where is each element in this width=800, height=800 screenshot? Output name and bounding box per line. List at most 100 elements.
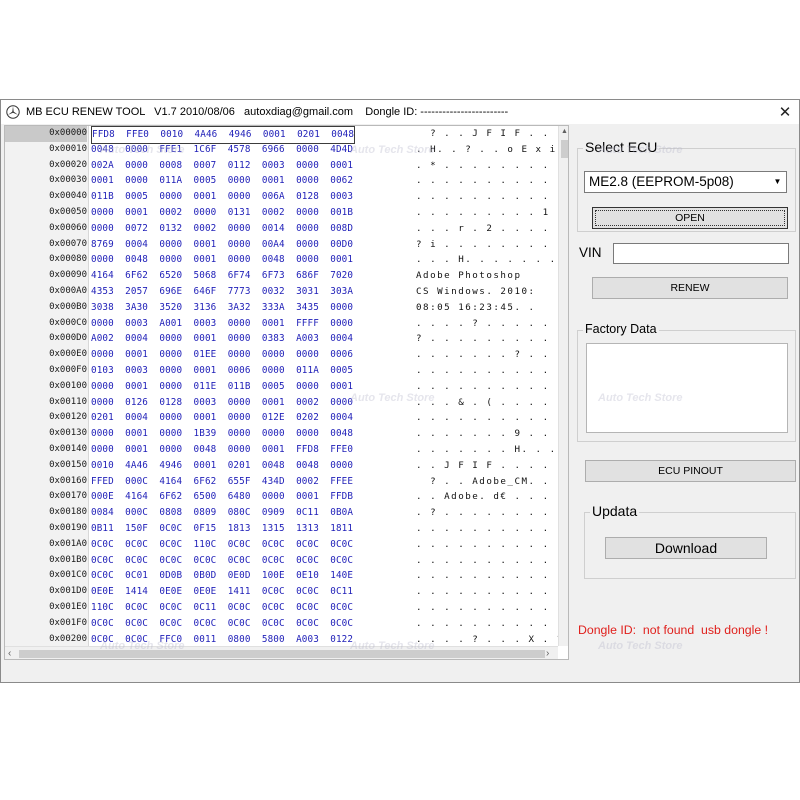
hex-row[interactable]: 0x00190 0B11 150F 0C0C 0F15 1813 1315 131… — [5, 521, 562, 537]
hex-row-ascii[interactable]: . . J F I F . . . . . H. H. . — [416, 458, 568, 474]
hex-row[interactable]: 0x001B0 0C0C 0C0C 0C0C 0C0C 0C0C 0C0C 0C0… — [5, 553, 562, 569]
hex-row-bytes[interactable]: 000E 4164 6F62 6500 6480 0000 0001 FFDB — [91, 489, 353, 505]
hex-row[interactable]: 0x00090 4164 6F62 6520 5068 6F74 6F73 686… — [5, 268, 555, 284]
hex-row[interactable]: 0x00060 0000 0072 0132 0002 0000 0014 000… — [5, 221, 562, 237]
hex-row[interactable]: 0x000C0 0000 0003 A001 0003 0000 0001 FFF… — [5, 316, 562, 332]
title-bar[interactable]: MB ECU RENEW TOOL V1.7 2010/08/06 autoxd… — [1, 100, 799, 124]
hex-row-ascii[interactable]: . . . . . . . . . . . . . . . . — [416, 600, 568, 616]
hex-row-ascii[interactable]: . . . . . . . . . . . . . . . . — [416, 616, 568, 632]
hex-row-bytes[interactable]: 0000 0126 0128 0003 0000 0001 0002 0000 — [91, 395, 353, 411]
vin-input[interactable] — [613, 243, 789, 264]
hex-row-ascii[interactable]: . . . . . . . . . . . . . . . . — [416, 568, 568, 584]
hex-row-bytes[interactable]: 4164 6F62 6520 5068 6F74 6F73 686F 7020 — [91, 268, 353, 284]
hex-row[interactable]: 0x00150 0010 4A46 4946 0001 0201 0048 004… — [5, 458, 562, 474]
hex-row[interactable]: 0x00140 0000 0001 0000 0048 0000 0001 FFD… — [5, 442, 568, 458]
hex-row-ascii[interactable]: . . . H. . . . . . . H. . . . . — [416, 252, 568, 268]
scroll-left-icon[interactable]: ‹ — [8, 648, 11, 659]
hex-row-bytes[interactable]: 0201 0004 0000 0001 0000 012E 0202 0004 — [91, 410, 353, 426]
hex-row[interactable]: 0x001F0 0C0C 0C0C 0C0C 0C0C 0C0C 0C0C 0C0… — [5, 616, 562, 632]
ecu-select[interactable]: ME2.8 (EEPROM-5p08) ▼ — [584, 171, 787, 193]
hex-row[interactable]: 0x00020 002A 0000 0008 0007 0112 0003 000… — [5, 158, 562, 174]
factory-data-textarea[interactable] — [586, 343, 788, 433]
hex-row-ascii[interactable]: 08:05 16:23:45. . — [416, 300, 536, 316]
hex-row[interactable]: 0x000E0 0000 0001 0000 01EE 0000 0000 000… — [5, 347, 562, 363]
hex-row-bytes[interactable]: 0000 0048 0000 0001 0000 0048 0000 0001 — [91, 252, 353, 268]
vertical-scroll-thumb[interactable] — [561, 140, 568, 158]
hex-row-bytes[interactable]: FFED 000C 4164 6F62 655F 434D 0002 FFEE — [91, 474, 353, 490]
hex-row-bytes[interactable]: 0C0C 0C0C 0C0C 110C 0C0C 0C0C 0C0C 0C0C — [91, 537, 353, 553]
hex-row-bytes[interactable]: 0001 0000 011A 0005 0000 0001 0000 0062 — [91, 173, 353, 189]
ecu-pinout-button[interactable]: ECU PINOUT — [585, 460, 796, 482]
hex-row-bytes[interactable]: 002A 0000 0008 0007 0112 0003 0000 0001 — [91, 158, 353, 174]
hex-editor[interactable]: 0x00000 FFD8 FFE0 0010 4A46 4946 0001 020… — [4, 125, 569, 660]
hex-row-ascii[interactable]: . * . . . . . . . . . . . . . . — [416, 158, 568, 174]
download-button[interactable]: Download — [605, 537, 767, 559]
hex-row[interactable]: 0x00080 0000 0048 0000 0001 0000 0048 000… — [5, 252, 568, 268]
hex-row[interactable]: 0x00160 FFED 000C 4164 6F62 655F 434D 000… — [5, 474, 562, 490]
hex-row-bytes[interactable]: 0000 0001 0000 011E 011B 0005 0000 0001 — [91, 379, 353, 395]
open-button[interactable]: OPEN — [592, 207, 788, 229]
renew-button[interactable]: RENEW — [592, 277, 788, 299]
hex-row-bytes[interactable]: 4353 2057 696E 646F 7773 0032 3031 303A — [91, 284, 353, 300]
hex-row-ascii[interactable]: . . . r . 2 . . . . . . . . . ? — [416, 221, 568, 237]
hex-row-ascii[interactable]: CS Windows. 2010: — [416, 284, 536, 300]
hex-row[interactable]: 0x001C0 0C0C 0C01 0D0B 0B0D 0E0D 100E 0E1… — [5, 568, 562, 584]
hex-row-ascii[interactable]: . H. . ? . . o E x i f . . MM — [416, 142, 568, 158]
hex-row-bytes[interactable]: 0C0C 0C0C 0C0C 0C0C 0C0C 0C0C 0C0C 0C0C — [91, 553, 353, 569]
chevron-down-icon[interactable]: ▼ — [769, 172, 786, 192]
hex-row[interactable]: 0x00070 8769 0004 0000 0001 0000 00A4 000… — [5, 237, 562, 253]
hex-row[interactable]: 0x00180 0084 000C 0808 0809 080C 0909 0C1… — [5, 505, 562, 521]
hex-row-bytes[interactable]: 0000 0001 0002 0000 0131 0002 0000 001B — [91, 205, 353, 221]
hex-row-ascii[interactable]: ? . . Adobe_CM. . . ? — [416, 474, 568, 490]
hex-row-ascii[interactable]: . . . . . . . . . . . . . . . . — [416, 584, 568, 600]
hex-row[interactable]: 0x00120 0201 0004 0000 0001 0000 012E 020… — [5, 410, 562, 426]
hex-row-bytes[interactable]: 0000 0001 0000 01EE 0000 0000 0000 0006 — [91, 347, 353, 363]
hex-row[interactable]: 0x000F0 0103 0003 0000 0001 0006 0000 011… — [5, 363, 562, 379]
hex-row[interactable]: 0x00040 011B 0005 0000 0001 0000 006A 012… — [5, 189, 562, 205]
hex-row-ascii[interactable]: Adobe Photoshop — [416, 268, 521, 284]
hex-row[interactable]: 0x00030 0001 0000 011A 0005 0000 0001 000… — [5, 173, 562, 189]
hex-row-ascii[interactable]: . . . . . . . . . . . . . . . . — [416, 537, 568, 553]
hex-row-ascii[interactable]: . . . . . . . . . . . . . . . b — [416, 173, 568, 189]
hex-row[interactable]: 0x00010 0048 0000 FFE1 1C6F 4578 6966 000… — [5, 142, 568, 158]
hex-row[interactable]: 0x000A0 4353 2057 696E 646F 7773 0032 303… — [5, 284, 555, 300]
hex-row-bytes[interactable]: A002 0004 0000 0001 0000 0383 A003 0004 — [91, 331, 353, 347]
hex-row-ascii[interactable]: . . . . . . . . . . . . . . . . — [416, 521, 568, 537]
hex-row-ascii[interactable]: . . . . . . . . . . . . . . . . — [416, 553, 568, 569]
hex-row-bytes[interactable]: 3038 3A30 3520 3136 3A32 333A 3435 0000 — [91, 300, 353, 316]
hex-row-ascii[interactable]: . . . . . . . . . 1 . . . . . . — [416, 205, 568, 221]
hex-row[interactable]: 0x00050 0000 0001 0002 0000 0131 0002 000… — [5, 205, 562, 221]
hex-row[interactable]: 0x001D0 0E0E 1414 0E0E 0E0E 1411 0C0C 0C0… — [5, 584, 562, 600]
hex-row-bytes[interactable]: 0010 4A46 4946 0001 0201 0048 0048 0000 — [91, 458, 353, 474]
horizontal-scrollbar[interactable]: ‹ › — [5, 646, 558, 659]
scroll-up-icon[interactable]: ▲ — [561, 128, 568, 135]
hex-row-ascii[interactable]: . . . . ? . . . . . . . . . . . — [416, 316, 568, 332]
hex-row[interactable]: 0x000D0 A002 0004 0000 0001 0000 0383 A00… — [5, 331, 562, 347]
hex-row[interactable]: 0x00110 0000 0126 0128 0003 0000 0001 000… — [5, 395, 562, 411]
hex-row[interactable]: 0x001E0 110C 0C0C 0C0C 0C11 0C0C 0C0C 0C0… — [5, 600, 562, 616]
hex-row-bytes[interactable]: 0E0E 1414 0E0E 0E0E 1411 0C0C 0C0C 0C11 — [91, 584, 353, 600]
hex-row-ascii[interactable]: . ? . . . . . . . . . . . . . . — [416, 505, 568, 521]
hex-row[interactable]: 0x00100 0000 0001 0000 011E 011B 0005 000… — [5, 379, 562, 395]
hex-row-bytes[interactable]: 0103 0003 0000 0001 0006 0000 011A 0005 — [91, 363, 353, 379]
hex-row-bytes[interactable]: 0000 0001 0000 0048 0000 0001 FFD8 FFE0 — [91, 442, 353, 458]
horizontal-scroll-thumb[interactable] — [19, 650, 545, 658]
hex-row-ascii[interactable]: . . . . . . . . . . . . . . . . — [416, 363, 568, 379]
hex-row-bytes[interactable]: 0C0C 0C0C 0C0C 0C0C 0C0C 0C0C 0C0C 0C0C — [91, 616, 353, 632]
hex-row[interactable]: 0x00130 0000 0001 0000 1B39 0000 0000 000… — [5, 426, 562, 442]
hex-row-bytes[interactable]: 0048 0000 FFE1 1C6F 4578 6966 0000 4D4D — [91, 142, 353, 158]
hex-row-ascii[interactable]: . . . . . . . . . . . . . . . . — [416, 379, 568, 395]
hex-row-ascii[interactable]: . . . . . . . ? . . . . . . . . — [416, 347, 568, 363]
hex-row-ascii[interactable]: . . . . . . . 9 . . . . . . . H — [416, 426, 568, 442]
hex-row-bytes[interactable]: 0000 0001 0000 1B39 0000 0000 0000 0048 — [91, 426, 353, 442]
hex-row-bytes[interactable]: 0C0C 0C01 0D0B 0B0D 0E0D 100E 0E10 140E — [91, 568, 353, 584]
hex-row-bytes[interactable]: 011B 0005 0000 0001 0000 006A 0128 0003 — [91, 189, 353, 205]
hex-row-bytes[interactable]: 0000 0072 0132 0002 0000 0014 0000 008D — [91, 221, 353, 237]
hex-row-ascii[interactable]: ? . . . . . . . . . . . ?? . . . — [416, 331, 568, 347]
hex-row-ascii[interactable]: ? i . . . . . . . . . ? . . . ? — [416, 237, 568, 253]
hex-row[interactable]: 0x001A0 0C0C 0C0C 0C0C 110C 0C0C 0C0C 0C0… — [5, 537, 562, 553]
hex-row-ascii[interactable]: . . . . . . . H. . . . . ? . ? — [416, 442, 568, 458]
hex-row-ascii[interactable]: . . . & . ( . . . . . . . . . . — [416, 395, 568, 411]
close-button[interactable]: ✕ — [771, 100, 799, 124]
hex-row-ascii[interactable]: . . . . . . . . . . . j . ( . . — [416, 189, 568, 205]
